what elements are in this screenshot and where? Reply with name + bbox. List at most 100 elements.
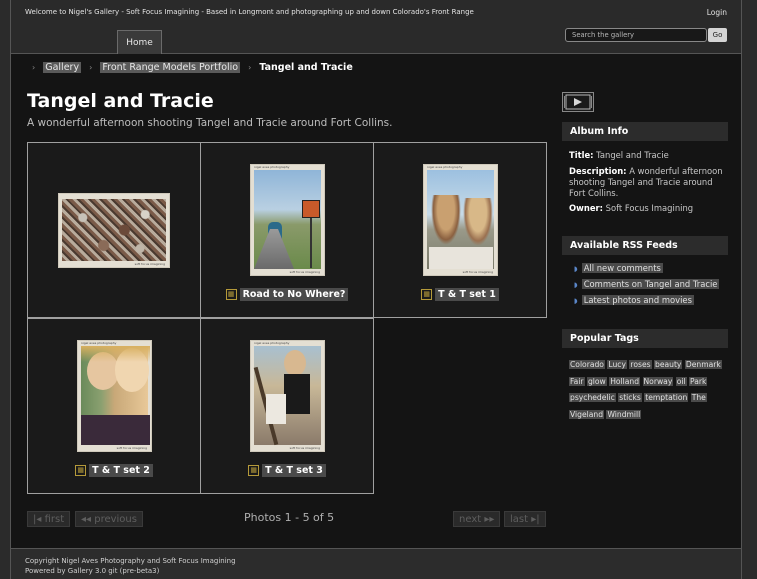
rss-item-label[interactable]: Latest photos and movies [581,295,694,305]
tag-link[interactable]: Lucy [607,360,627,369]
person-shape [266,394,286,424]
breadcrumb-current: Tangel and Tracie [259,62,353,73]
previous-label: previous [94,514,137,525]
tag-link[interactable]: The [690,393,707,402]
popular-tags-heading: Popular Tags [562,329,728,348]
tag-link[interactable]: Colorado [569,360,605,369]
rss-item[interactable]: ◗ All new comments [574,263,663,273]
road-shape [254,229,294,269]
tab-home[interactable]: Home [117,30,162,54]
person-shape [463,198,493,246]
sticks-image [253,346,321,446]
search-input[interactable]: Search the gallery [565,28,707,42]
login-link[interactable]: Login [707,8,727,17]
tag-link[interactable]: psychedelic [569,393,616,402]
next-icon: ▸▸ [481,514,495,525]
tag-cloud: Colorado Lucy roses beauty Denmark Fair … [569,357,729,423]
thumb-watermark: soft focus imagining [289,270,320,274]
breadcrumb-portfolio-link[interactable]: Front Range Models Portfolio [100,62,241,73]
tag-link[interactable]: glow [586,376,607,386]
thumb-watermark: soft focus imagining [134,262,165,266]
tag-link[interactable]: sticks [618,393,642,402]
clothing-shape [429,247,493,269]
album-caption-text[interactable]: T & T set 3 [262,464,326,477]
breadcrumb-gallery-link[interactable]: Gallery [43,62,82,73]
rss-item-label[interactable]: All new comments [581,263,663,273]
page-frame: Welcome to Nigel's Gallery - Soft Focus … [10,0,742,579]
person-shape [431,195,461,245]
grid-item-album[interactable]: nigel aves photography soft focus imagin… [200,142,374,318]
next-page-button[interactable]: next ▸▸ [453,511,501,527]
thumb-watermark: nigel aves photography [254,165,290,169]
tag-link[interactable]: roses [629,360,652,369]
album-caption-text[interactable]: Road to No Where? [239,288,349,301]
album-caption-text[interactable]: T & T set 1 [435,288,499,301]
footer-copyright: Copyright Nigel Aves Photography and Sof… [25,557,236,565]
breadcrumb: › Gallery › Front Range Models Portfolio… [27,62,353,73]
album-caption[interactable]: ▦ Road to No Where? [201,284,373,303]
album-caption[interactable]: ▦ T & T set 1 [374,284,546,303]
album-description: A wonderful afternoon shooting Tangel an… [27,117,393,129]
album-thumbnail[interactable]: nigel aves photography soft focus imagin… [423,164,498,276]
breadcrumb-separator-icon: › [89,63,93,72]
rss-item[interactable]: ◗ Comments on Tangel and Tracie [574,279,720,289]
photo-thumbnail[interactable]: soft focus imagining [58,193,170,268]
slideshow-button[interactable] [562,92,594,112]
album-icon: ▦ [421,289,433,300]
album-caption[interactable]: ▦ T & T set 3 [201,460,373,479]
album-icon: ▦ [75,465,87,476]
clothing-shape [81,415,150,445]
tag-link[interactable]: oil [675,376,687,386]
tag-link[interactable]: Holland [609,376,641,386]
thumb-watermark: soft focus imagining [116,446,147,450]
previous-page-button[interactable]: ◂◂ previous [75,511,143,527]
search-go-button[interactable]: Go [708,28,727,42]
last-label: last [510,514,529,525]
album-caption-text[interactable]: T & T set 2 [89,464,153,477]
owner-label: Owner: [569,203,603,213]
first-label: first [44,514,65,525]
tag-link[interactable]: temptation [644,393,689,402]
tag-link[interactable]: Park [689,376,708,386]
first-page-button[interactable]: |◂ first [27,511,71,527]
grid-item-album[interactable]: nigel aves photography soft focus imagin… [373,142,547,318]
welcome-message: Welcome to Nigel's Gallery - Soft Focus … [25,8,474,16]
description-label: Description: [569,166,627,176]
rss-icon: ◗ [574,265,578,273]
tag-link[interactable]: Windmill [606,409,642,419]
tag-link[interactable]: Norway [642,376,674,386]
rss-item[interactable]: ◗ Latest photos and movies [574,295,694,305]
tag-link[interactable]: Fair [569,376,585,386]
road-image [254,170,321,269]
last-icon: ▸| [528,514,540,525]
title-value: Tangel and Tracie [596,150,669,160]
thumb-watermark: nigel aves photography [81,341,117,345]
album-icon: ▦ [225,289,237,300]
thumb-watermark: soft focus imagining [462,270,493,274]
tag-link[interactable]: beauty [654,360,683,369]
grid-item-album[interactable]: nigel aves photography soft focus imagin… [200,318,374,494]
tag-link[interactable]: Vigeland [569,409,605,419]
thumb-watermark: nigel aves photography [427,165,463,169]
portrait-image [81,346,150,445]
album-thumbnail[interactable]: nigel aves photography soft focus imagin… [250,164,325,276]
grid-item-photo[interactable]: soft focus imagining [27,142,201,318]
hair-shape [81,346,150,362]
pager-info: Photos 1 - 5 of 5 [244,511,335,524]
album-thumbnail[interactable]: nigel aves photography soft focus imagin… [250,340,325,452]
rss-item-label[interactable]: Comments on Tangel and Tracie [581,279,720,289]
album-title: Tangel and Tracie [27,90,214,112]
tag-link[interactable]: Denmark [684,360,722,369]
album-caption[interactable]: ▦ T & T set 2 [28,460,200,479]
album-info-description: Description: A wonderful afternoon shoot… [569,166,727,199]
album-info-title: Title: Tangel and Tracie [569,150,727,161]
album-icon: ▦ [248,465,260,476]
grid-item-album[interactable]: nigel aves photography soft focus imagin… [27,318,201,494]
clothing-shape [284,374,310,414]
last-page-button[interactable]: last ▸| [504,511,546,527]
album-thumbnail[interactable]: nigel aves photography soft focus imagin… [77,340,152,452]
breadcrumb-separator-icon: › [32,63,36,72]
album-info-heading: Album Info [562,122,728,141]
site-footer: Copyright Nigel Aves Photography and Sof… [11,548,741,579]
thumb-watermark: soft focus imagining [289,446,320,450]
